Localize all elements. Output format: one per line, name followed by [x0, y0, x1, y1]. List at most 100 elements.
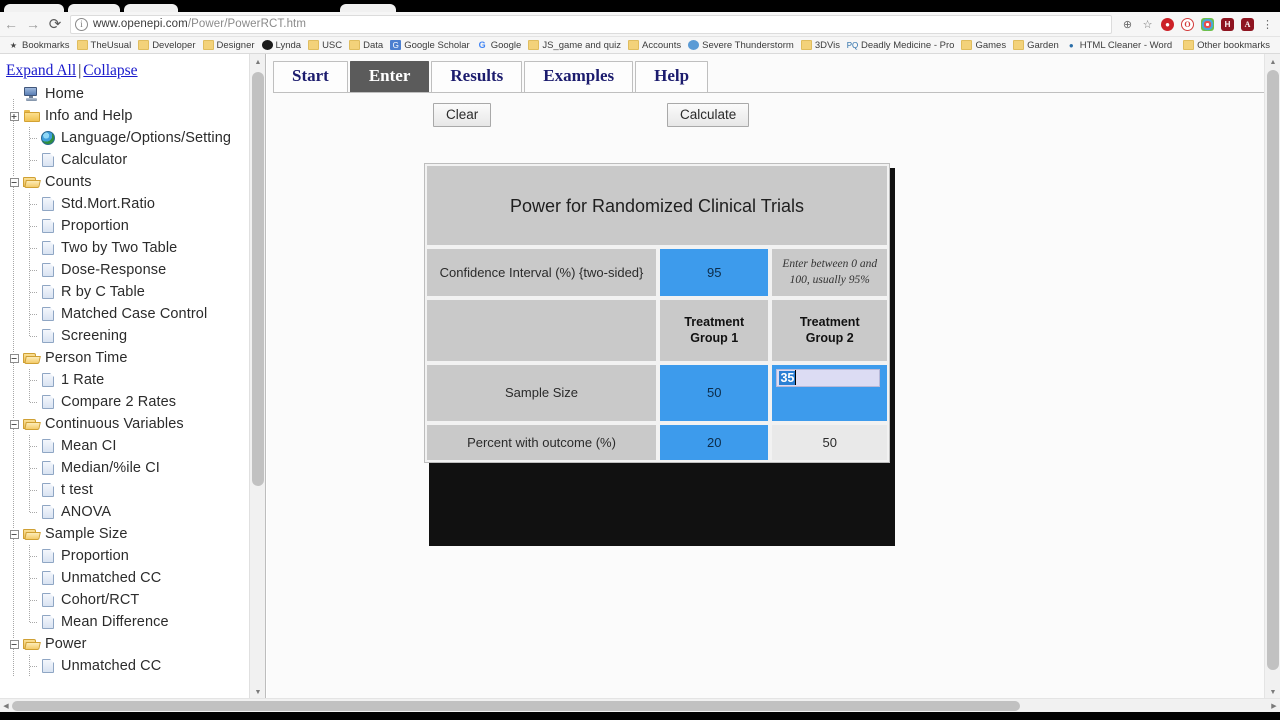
sample-size-group1-value[interactable]: 50 [658, 362, 771, 423]
browser-tab[interactable] [4, 4, 64, 12]
tree-node[interactable]: − Power [6, 633, 265, 655]
bookmark-item[interactable]: USC [306, 40, 347, 51]
opera-extension-icon[interactable]: O [1178, 15, 1197, 34]
tab-start[interactable]: Start [273, 61, 348, 92]
confidence-interval-value[interactable]: 95 [658, 247, 771, 299]
evernote-extension-icon[interactable]: H [1218, 15, 1237, 34]
browser-tab[interactable] [124, 4, 178, 12]
tree-node-label[interactable]: Median/%ile CI [61, 460, 160, 476]
tree-node[interactable]: Dose-Response [6, 259, 265, 281]
page-scroll-left-arrow[interactable]: ◀ [0, 699, 12, 713]
bookmark-item[interactable]: Designer [201, 40, 260, 51]
collapse-link[interactable]: Collapse [83, 62, 137, 79]
adblock-extension-icon[interactable]: ● [1158, 15, 1177, 34]
bookmark-item[interactable]: G Google [475, 40, 527, 51]
tree-node-label[interactable]: Proportion [61, 548, 129, 564]
tree-node-label[interactable]: Language/Options/Setting [61, 130, 231, 146]
tree-node[interactable]: Calculator [6, 149, 265, 171]
tree-node[interactable]: Unmatched CC [6, 567, 265, 589]
tree-node[interactable]: − Continuous Variables [6, 413, 265, 435]
adobe-acrobat-extension-icon[interactable]: A [1238, 15, 1257, 34]
back-icon[interactable]: ← [0, 13, 22, 35]
bookmark-item[interactable]: Developer [136, 40, 200, 51]
tree-node-label[interactable]: Info and Help [45, 108, 133, 124]
percent-outcome-group2-value[interactable]: 50 [770, 422, 889, 462]
tree-node[interactable]: R by C Table [6, 281, 265, 303]
tree-node[interactable]: Cohort/RCT [6, 589, 265, 611]
tree-node-label[interactable]: Screening [61, 328, 127, 344]
tree-node[interactable]: ANOVA [6, 501, 265, 523]
tree-node[interactable]: Unmatched CC [6, 655, 265, 677]
zoom-icon[interactable]: ⊕ [1118, 15, 1137, 34]
clear-button[interactable]: Clear [433, 103, 492, 127]
tree-node[interactable]: − Sample Size [6, 523, 265, 545]
tree-node-label[interactable]: Person Time [45, 350, 128, 366]
tree-node[interactable]: Std.Mort.Ratio [6, 193, 265, 215]
reload-icon[interactable]: ⟳ [44, 13, 66, 35]
bookmark-item[interactable]: Lynda [260, 40, 307, 51]
tree-node[interactable]: − Person Time [6, 347, 265, 369]
tree-node-label[interactable]: R by C Table [61, 284, 145, 300]
browser-tab[interactable] [68, 4, 120, 12]
tree-node[interactable]: t test [6, 479, 265, 501]
scroll-up-arrow[interactable]: ▲ [250, 54, 265, 70]
forward-icon[interactable]: → [22, 13, 44, 35]
tree-node[interactable]: − Counts [6, 171, 265, 193]
tree-node-label[interactable]: Unmatched CC [61, 658, 161, 674]
tree-node[interactable]: Proportion [6, 545, 265, 567]
tree-node[interactable]: Two by Two Table [6, 237, 265, 259]
tree-node-label[interactable]: Home [45, 86, 84, 102]
bookmark-item[interactable]: ● HTML Cleaner - Word [1064, 40, 1177, 51]
tree-node-label[interactable]: Matched Case Control [61, 306, 207, 322]
address-bar[interactable]: i www.openepi.com/Power/PowerRCT.htm [70, 14, 1112, 34]
page-horizontal-scrollbar-thumb[interactable] [12, 701, 1020, 711]
tree-expander-minus[interactable]: − [6, 347, 22, 369]
tree-node[interactable]: Compare 2 Rates [6, 391, 265, 413]
tree-node-label[interactable]: Two by Two Table [61, 240, 177, 256]
tree-node[interactable]: Mean CI [6, 435, 265, 457]
tree-node-label[interactable]: Std.Mort.Ratio [61, 196, 155, 212]
bookmark-item[interactable]: G Google Scholar [388, 40, 474, 51]
tab-enter[interactable]: Enter [349, 61, 430, 92]
tree-node[interactable]: Mean Difference [6, 611, 265, 633]
tree-node-label[interactable]: Proportion [61, 218, 129, 234]
sidebar-scrollbar[interactable]: ▲ ▼ [249, 54, 265, 700]
colorpicker-extension-icon[interactable] [1198, 15, 1217, 34]
page-vertical-scrollbar-thumb[interactable] [1267, 70, 1279, 670]
tree-node-label[interactable]: Unmatched CC [61, 570, 161, 586]
expand-all-link[interactable]: Expand All [6, 62, 76, 79]
sidebar-scrollbar-thumb[interactable] [252, 72, 264, 486]
bookmark-item[interactable]: Severe Thunderstorm [686, 40, 799, 51]
bookmark-item[interactable]: Garden [1011, 40, 1064, 51]
tree-expander-minus[interactable]: − [6, 523, 22, 545]
tree-node[interactable]: Median/%ile CI [6, 457, 265, 479]
tree-node-label[interactable]: Continuous Variables [45, 416, 184, 432]
percent-outcome-group1-value[interactable]: 20 [658, 422, 771, 462]
browser-tab[interactable] [340, 4, 396, 12]
tree-expander-minus[interactable]: − [6, 633, 22, 655]
bookmark-item[interactable]: ★ Bookmarks [6, 40, 75, 51]
bookmark-item[interactable]: Data [347, 40, 388, 51]
tree-node-label[interactable]: t test [61, 482, 93, 498]
bookmark-item[interactable]: Games [959, 40, 1011, 51]
bookmark-item[interactable]: Accounts [626, 40, 686, 51]
tree-node-label[interactable]: Counts [45, 174, 92, 190]
bookmark-item[interactable]: 3DVis [799, 40, 845, 51]
tree-node-label[interactable]: Power [45, 636, 87, 652]
bookmark-item[interactable]: PQ Deadly Medicine - Pro [845, 40, 959, 51]
tree-node[interactable]: 1 Rate [6, 369, 265, 391]
tree-node-label[interactable]: Mean CI [61, 438, 117, 454]
tree-expander-plus[interactable]: + [6, 105, 22, 127]
tree-node[interactable]: + Info and Help [6, 105, 265, 127]
tree-node-label[interactable]: Cohort/RCT [61, 592, 139, 608]
tab-help[interactable]: Help [635, 61, 709, 92]
tree-expander-minus[interactable]: − [6, 413, 22, 435]
tree-node[interactable]: Proportion [6, 215, 265, 237]
tree-node-label[interactable]: 1 Rate [61, 372, 104, 388]
tab-examples[interactable]: Examples [524, 61, 634, 92]
tab-results[interactable]: Results [431, 61, 523, 92]
page-scroll-right-arrow[interactable]: ▶ [1268, 699, 1280, 713]
page-horizontal-scrollbar[interactable]: ◀ ▶ [0, 698, 1280, 712]
tree-node[interactable]: Matched Case Control [6, 303, 265, 325]
tree-node-label[interactable]: Compare 2 Rates [61, 394, 176, 410]
